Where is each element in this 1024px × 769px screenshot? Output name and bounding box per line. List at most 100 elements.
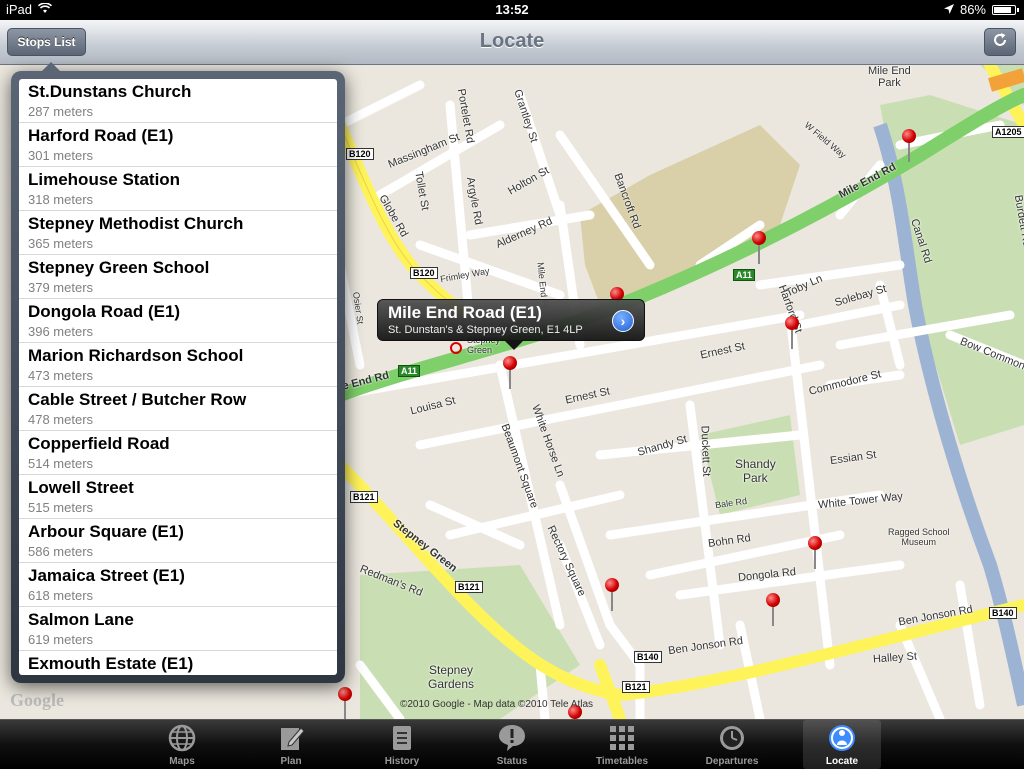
tab-plan[interactable]: Plan: [252, 720, 330, 769]
list-item[interactable]: Salmon Lane 619 meters: [19, 607, 337, 651]
stop-name: Exmouth Estate (E1): [28, 654, 194, 673]
tab-label: Maps: [169, 756, 195, 767]
refresh-icon: [992, 32, 1008, 53]
tab-departures[interactable]: Departures: [693, 720, 771, 769]
stop-distance: 586 meters: [28, 544, 94, 559]
stop-distance: 379 meters: [28, 280, 94, 295]
status-right: 86%: [943, 2, 1019, 17]
list-item[interactable]: Dongola Road (E1) 396 meters: [19, 299, 337, 343]
battery-icon: [992, 4, 1019, 15]
stop-distance: 514 meters: [28, 456, 94, 471]
tab-timetables[interactable]: Timetables: [583, 720, 661, 769]
list-item[interactable]: Marion Richardson School 473 meters: [19, 343, 337, 387]
stop-pin[interactable]: [902, 129, 916, 162]
map-label: Ragged School Museum: [888, 527, 950, 547]
road-shield: A11: [733, 269, 756, 281]
list-item[interactable]: Copperfield Road 514 meters: [19, 431, 337, 475]
major-road: [988, 68, 1024, 92]
callout-title: Mile End Road (E1): [388, 303, 542, 322]
road-shield: B140: [989, 607, 1017, 619]
stop-name: Copperfield Road: [28, 434, 170, 453]
document-icon: [387, 723, 417, 753]
navigation-bar: Stops List Locate: [0, 20, 1024, 65]
stop-name: Limehouse Station: [28, 170, 181, 189]
stop-distance: 318 meters: [28, 192, 94, 207]
stop-distance: 515 meters: [28, 500, 94, 515]
tab-label: Locate: [825, 756, 859, 767]
list-item[interactable]: Stepney Methodist Church 365 meters: [19, 211, 337, 255]
stop-name: Stepney Green School: [28, 258, 210, 277]
stop-pin[interactable]: [605, 578, 619, 611]
stop-name: Stepney Methodist Church: [28, 214, 244, 233]
map-label: Mile End Park: [868, 65, 911, 89]
stop-pin[interactable]: [752, 231, 766, 264]
list-item[interactable]: Lowell Street 515 meters: [19, 475, 337, 519]
list-item[interactable]: Stepney Green School 379 meters: [19, 255, 337, 299]
map-label: Duckett St: [698, 425, 713, 477]
tab-history[interactable]: History: [363, 720, 441, 769]
callout-subtitle: St. Dunstan's & Stepney Green, E1 4LP: [388, 324, 583, 336]
stop-name: Cable Street / Butcher Row: [28, 390, 247, 409]
stops-popover: St.Dunstans Church 287 meters Harford Roa…: [11, 62, 345, 683]
stop-pin[interactable]: [338, 687, 352, 719]
stop-distance: 618 meters: [28, 588, 94, 603]
stop-name: Lowell Street: [28, 478, 134, 497]
road-shield: B120: [346, 148, 374, 160]
tab-bar: Maps Plan History Status Timetables Depa…: [0, 719, 1024, 769]
page-title: Locate: [479, 30, 545, 52]
road-shield: B121: [622, 681, 650, 693]
stop-name: Jamaica Street (E1): [28, 566, 185, 585]
status-bar: iPad 13:52 86%: [0, 0, 1024, 20]
tab-label: Plan: [280, 756, 302, 767]
status-time: 13:52: [495, 2, 529, 17]
stop-pin-selected[interactable]: [503, 356, 517, 389]
list-item[interactable]: St.Dunstans Church 287 meters: [19, 79, 337, 123]
road-shield: B120: [410, 267, 438, 279]
tab-label: Timetables: [595, 756, 649, 767]
road-shield: A11: [398, 365, 421, 377]
battery-percent: 86%: [959, 2, 986, 17]
locate-icon: [827, 723, 857, 753]
list-item[interactable]: Limehouse Station 318 meters: [19, 167, 337, 211]
google-logo: Google: [10, 690, 64, 710]
chevron-right-icon: ›: [620, 313, 626, 329]
stop-distance: 287 meters: [28, 104, 94, 119]
tab-label: History: [384, 756, 420, 767]
list-item[interactable]: Exmouth Estate (E1): [19, 651, 337, 675]
battery-fill: [994, 6, 1012, 13]
clock-icon: [717, 723, 747, 753]
tab-status[interactable]: Status: [473, 720, 551, 769]
stop-name: Dongola Road (E1): [28, 302, 181, 321]
tab-label: Status: [496, 756, 528, 767]
tab-locate[interactable]: Locate: [803, 720, 881, 769]
road-shield: B121: [350, 491, 378, 503]
stop-distance: 396 meters: [28, 324, 94, 339]
stop-callout[interactable]: Mile End Road (E1) St. Dunstan's & Stepn…: [377, 299, 645, 350]
stop-pin[interactable]: [785, 316, 799, 349]
stop-pin[interactable]: [808, 536, 822, 569]
stop-distance: 619 meters: [28, 632, 94, 647]
road-shield: B140: [634, 651, 662, 663]
stop-name: Marion Richardson School: [28, 346, 244, 365]
stop-name: Salmon Lane: [28, 610, 134, 629]
tab-label: Departures: [705, 756, 759, 767]
road-shield: B121: [455, 581, 483, 593]
refresh-button[interactable]: [984, 28, 1016, 56]
map-label: Shandy Park: [735, 457, 776, 485]
stop-distance: 478 meters: [28, 412, 94, 427]
list-item[interactable]: Harford Road (E1) 301 meters: [19, 123, 337, 167]
tab-maps[interactable]: Maps: [143, 720, 221, 769]
popover-arrow: [41, 62, 61, 72]
road-shield: A1205: [992, 126, 1024, 138]
list-item[interactable]: Cable Street / Butcher Row 478 meters: [19, 387, 337, 431]
stops-list[interactable]: St.Dunstans Church 287 meters Harford Roa…: [19, 79, 337, 675]
tube-station-icon: [450, 342, 462, 354]
list-item[interactable]: Arbour Square (E1) 586 meters: [19, 519, 337, 563]
location-arrow-icon: [943, 2, 954, 17]
stop-pin[interactable]: [766, 593, 780, 626]
stop-name: St.Dunstans Church: [28, 82, 192, 101]
disclosure-button[interactable]: ›: [612, 310, 634, 332]
pencil-icon: [276, 723, 306, 753]
grid-icon: [607, 723, 637, 753]
list-item[interactable]: Jamaica Street (E1) 618 meters: [19, 563, 337, 607]
